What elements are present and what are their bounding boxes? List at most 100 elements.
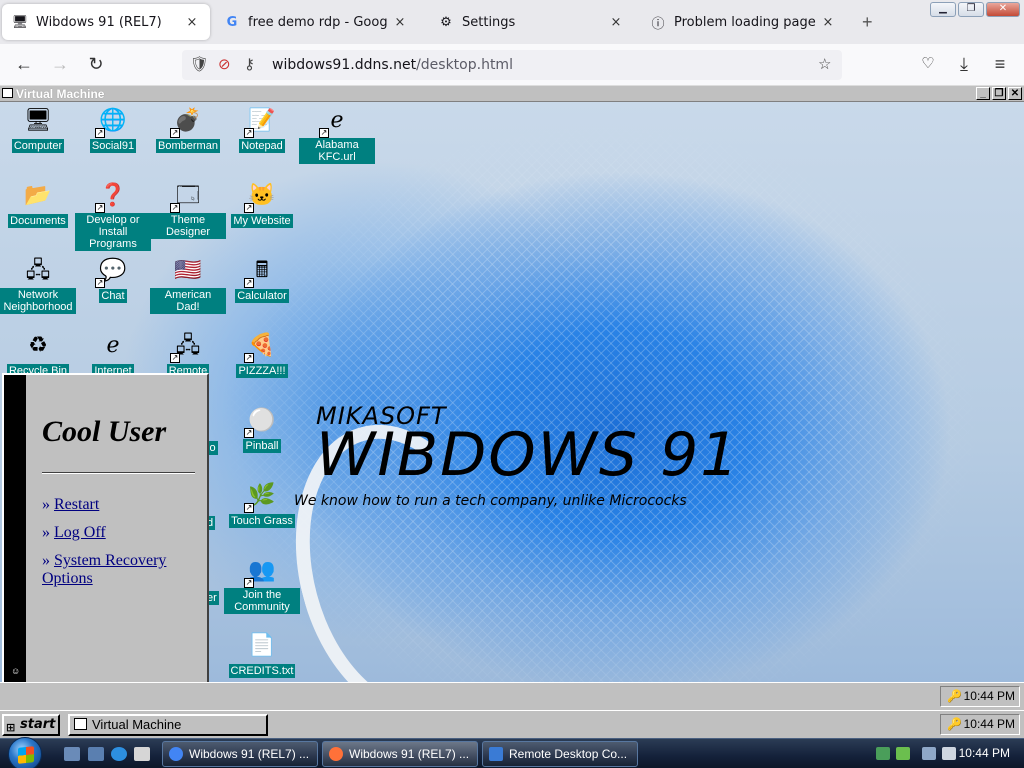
window-icon: 🗔 ↗: [170, 182, 200, 213]
app-icon[interactable]: [134, 747, 150, 761]
shortcut-arrow-icon: ↗: [244, 278, 254, 288]
close-icon[interactable]: ×: [608, 15, 624, 30]
desktop-icon[interactable]: 💬 ↗ Chat: [75, 252, 151, 303]
tab-google-search[interactable]: G free demo rdp - Google Search ×: [214, 4, 418, 40]
desktop-icon[interactable]: ♻ Recycle Bin: [0, 327, 76, 378]
menu-icon[interactable]: ≡: [988, 54, 1012, 75]
desktop-icon[interactable]: 🇺🇸 American Dad!: [150, 252, 226, 314]
desktop-icon[interactable]: 📝 ↗ Notepad: [224, 102, 300, 153]
network-tray-icon[interactable]: [896, 747, 910, 760]
shortcut-arrow-icon: ↗: [244, 203, 254, 213]
url-text: wibdows91.ddns.net/desktop.html: [272, 57, 513, 73]
minimize-button[interactable]: ▁: [930, 2, 956, 17]
vm-icon: 🖥: [11, 14, 29, 30]
vm-minimize-button[interactable]: _: [976, 87, 990, 100]
text-file-icon: 📄: [248, 632, 276, 657]
key-icon: 🔑: [947, 689, 962, 703]
desktop-icon[interactable]: ℯ ↗ Alabama KFC.url: [299, 102, 375, 164]
screen: 🖥 Wibdows 91 (REL7) × G free demo rdp - …: [0, 0, 1024, 768]
desktop-icon[interactable]: 🖩 ↗ Calculator: [224, 252, 300, 303]
tab-wibdows[interactable]: 🖥 Wibdows 91 (REL7) ×: [2, 4, 210, 40]
desktop-icon[interactable]: 📂 Documents: [0, 177, 76, 228]
system-recovery-link[interactable]: » System Recovery Options: [42, 552, 202, 588]
host-task-rdp[interactable]: Remote Desktop Co...: [482, 741, 638, 767]
desktop-icon[interactable]: 🖧 ↗ Remote: [150, 327, 226, 378]
ie-icon[interactable]: [111, 747, 127, 761]
tab-title: Wibdows 91 (REL7): [36, 14, 162, 30]
pocket-icon[interactable]: ♡: [916, 54, 940, 72]
back-button[interactable]: ←: [12, 54, 36, 75]
close-icon[interactable]: ×: [392, 15, 408, 30]
desktop-icon[interactable]: ℯ Internet: [75, 327, 151, 378]
restart-link[interactable]: » Restart: [42, 496, 202, 514]
tab-problem-loading[interactable]: ⓘ Problem loading page ×: [640, 4, 846, 40]
window-controls: ▁ ❐ ✕: [930, 2, 1020, 17]
host-task-chrome[interactable]: Wibdows 91 (REL7) ...: [162, 741, 318, 767]
host-taskbar: Wibdows 91 (REL7) ... Wibdows 91 (REL7) …: [0, 737, 1024, 768]
switch-windows-icon[interactable]: [88, 747, 104, 761]
internet-explorer-icon: ℯ: [106, 332, 120, 357]
desktop-icon[interactable]: 💣 ↗ Bomberman: [150, 102, 226, 153]
remote-icon: 🖧 ↗: [170, 332, 201, 363]
maximize-button[interactable]: ❐: [958, 2, 984, 17]
rdp-icon: [489, 747, 503, 761]
vm-window-titlebar: Virtual Machine _ ❐ ✕: [0, 86, 1024, 102]
github-icon: 🐱 ↗: [244, 182, 276, 213]
smiley-icon: ☺: [11, 666, 21, 676]
windows-logo-icon: ⊞: [6, 721, 16, 734]
desktop-icon[interactable]: 🌐 ↗ Social91: [75, 102, 151, 153]
downloads-icon[interactable]: ⤓: [952, 54, 976, 75]
volume-muted-icon[interactable]: [942, 747, 956, 760]
log-off-link[interactable]: » Log Off: [42, 524, 202, 542]
folder-icon: 📂: [24, 182, 52, 207]
vm-restore-button[interactable]: ❐: [992, 87, 1006, 100]
users-tray-icon[interactable]: [876, 747, 890, 760]
pizza-icon: 🍕 ↗: [244, 332, 276, 363]
task-virtual-machine[interactable]: Virtual Machine: [68, 714, 268, 736]
windows-start-orb[interactable]: [8, 737, 42, 768]
google-icon: G: [226, 14, 238, 30]
desktop-icon-label: PIZZZA!!!: [236, 364, 288, 378]
key-icon[interactable]: ⚷: [244, 55, 255, 73]
desktop-icon-label: Touch Grass: [229, 514, 295, 528]
bookmark-star-icon[interactable]: ☆: [818, 55, 831, 73]
close-window-button[interactable]: ✕: [986, 2, 1020, 17]
desktop-icon[interactable]: ❓ ↗ Develop or Install Programs: [75, 177, 151, 251]
host-task-firefox[interactable]: Wibdows 91 (REL7) ...: [322, 741, 478, 767]
tab-settings[interactable]: ⚙ Settings ×: [428, 4, 634, 40]
start-button[interactable]: ⊞ start: [2, 714, 60, 736]
close-icon[interactable]: ×: [184, 15, 200, 30]
shortcut-arrow-icon: ↗: [170, 353, 180, 363]
desktop-icon[interactable]: 🗔 ↗ Theme Designer: [150, 177, 226, 239]
key-icon: 🔑: [947, 717, 962, 731]
shortcut-arrow-icon: ↗: [244, 128, 254, 138]
shortcut-arrow-icon: ↗: [95, 278, 105, 288]
desktop-icon[interactable]: 👥 ↗ Join the Community: [224, 552, 300, 614]
desktop-icon-label: Alabama KFC.url: [299, 138, 375, 164]
grass-icon: 🌿 ↗: [244, 482, 276, 513]
desktop-icon[interactable]: 🖧 Network Neighborhood: [0, 252, 76, 314]
monitor-tray-icon[interactable]: [922, 747, 936, 760]
reload-button[interactable]: ↻: [84, 54, 108, 75]
permissions-icon[interactable]: ⊘: [218, 55, 231, 73]
shield-icon[interactable]: 🛡: [190, 55, 209, 73]
desktop-icon[interactable]: 🖥 Computer: [0, 102, 76, 153]
new-tab-button[interactable]: +: [862, 12, 873, 33]
network-icon: 🖧: [25, 257, 51, 282]
forward-button[interactable]: →: [48, 54, 72, 75]
vm-close-button[interactable]: ✕: [1008, 87, 1022, 100]
address-bar[interactable]: 🛡 ⊘ ⚷ wibdows91.ddns.net/desktop.html ☆: [182, 50, 842, 80]
pinball-icon: ⚪ ↗: [244, 407, 276, 438]
desktop-icon[interactable]: ⚪ ↗ Pinball: [224, 402, 300, 453]
desktop-icon-label: Documents: [8, 214, 68, 228]
gear-icon: ⚙: [440, 14, 452, 30]
show-desktop-icon[interactable]: [64, 747, 80, 761]
notepad-icon: 📝 ↗: [244, 107, 276, 138]
start-menu-sidebar: ☺ 91: [4, 375, 26, 710]
host-clock[interactable]: 10:44 PM: [959, 746, 1010, 760]
desktop-icon[interactable]: 📄 CREDITS.txt: [224, 627, 300, 678]
desktop-icon[interactable]: 🍕 ↗ PIZZZA!!!: [224, 327, 300, 378]
close-icon[interactable]: ×: [820, 15, 836, 30]
desktop-icon[interactable]: 🐱 ↗ My Website: [224, 177, 300, 228]
desktop-icon[interactable]: 🌿 ↗ Touch Grass: [224, 477, 300, 528]
